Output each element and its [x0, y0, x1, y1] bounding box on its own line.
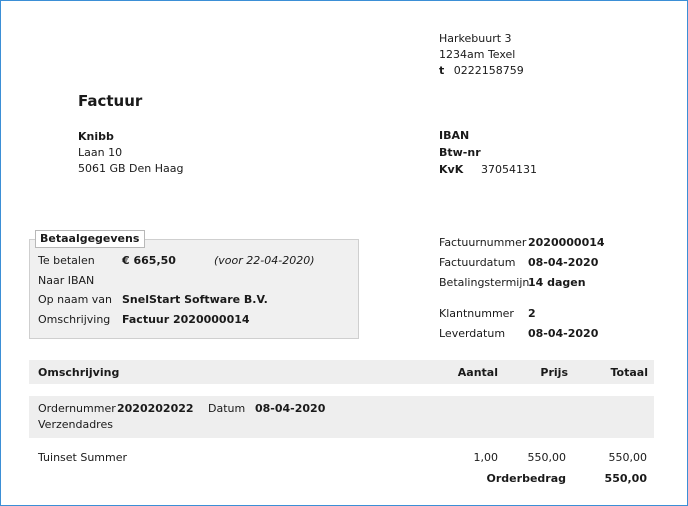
company-street: Harkebuurt 3 — [439, 32, 512, 45]
iban-label: IBAN — [439, 129, 470, 142]
line-total: 550,00 — [608, 451, 648, 464]
invoice-info-label: Betalingstermijn — [439, 276, 530, 289]
order-amount-label: Orderbedrag — [486, 472, 566, 485]
line-price: 550,00 — [527, 451, 567, 464]
phone-value: 0222158759 — [453, 64, 524, 77]
payment-due-note: (voor 22-04-2020) — [214, 254, 315, 267]
payment-row-label: Omschrijving — [38, 313, 111, 326]
line-description: Tuinset Summer — [38, 451, 128, 464]
btw-label: Btw-nr — [439, 146, 481, 159]
phone-label: t — [439, 64, 445, 77]
payment-beneficiary: SnelStart Software B.V. — [122, 293, 268, 306]
invoice-info-label: Factuurnummer — [439, 236, 527, 249]
payment-box-header: Betaalgegevens — [35, 230, 146, 248]
customer-street: Laan 10 — [78, 146, 123, 159]
invoice-info-label: Leverdatum — [439, 327, 506, 340]
company-city: 1234am Texel — [439, 48, 516, 61]
kvk-value: 37054131 — [481, 163, 537, 176]
invoice-info-label: Factuurdatum — [439, 256, 516, 269]
kvk-label: KvK — [439, 163, 464, 176]
invoice-info-label: Klantnummer — [439, 307, 514, 320]
payment-row-label: Te betalen — [38, 254, 95, 267]
delivery-date: 08-04-2020 — [528, 327, 599, 340]
col-header-price: Prijs — [540, 366, 568, 379]
payment-row-label: Op naam van — [38, 293, 113, 306]
payment-amount: € 665,50 — [122, 254, 176, 267]
payment-row-label: Naar IBAN — [38, 274, 95, 287]
col-header-total: Totaal — [610, 366, 648, 379]
customer-number: 2 — [528, 307, 536, 320]
payment-term: 14 dagen — [528, 276, 586, 289]
invoice-date: 08-04-2020 — [528, 256, 599, 269]
invoice-number: 2020000014 — [528, 236, 605, 249]
order-date-label: Datum — [208, 402, 246, 415]
order-number: 2020202022 — [117, 402, 194, 415]
line-quantity: 1,00 — [473, 451, 499, 464]
col-header-quantity: Aantal — [457, 366, 498, 379]
shipping-address-label: Verzendadres — [38, 418, 113, 431]
invoice-title: Factuur — [78, 92, 143, 110]
col-header-description: Omschrijving — [38, 366, 120, 379]
order-number-label: Ordernummer — [38, 402, 116, 415]
customer-city: 5061 GB Den Haag — [78, 162, 184, 175]
company-phone: t 0222158759 — [439, 64, 524, 77]
order-amount: 550,00 — [604, 472, 647, 485]
customer-name: Knibb — [78, 130, 114, 143]
payment-description: Factuur 2020000014 — [122, 313, 250, 326]
order-date: 08-04-2020 — [255, 402, 326, 415]
